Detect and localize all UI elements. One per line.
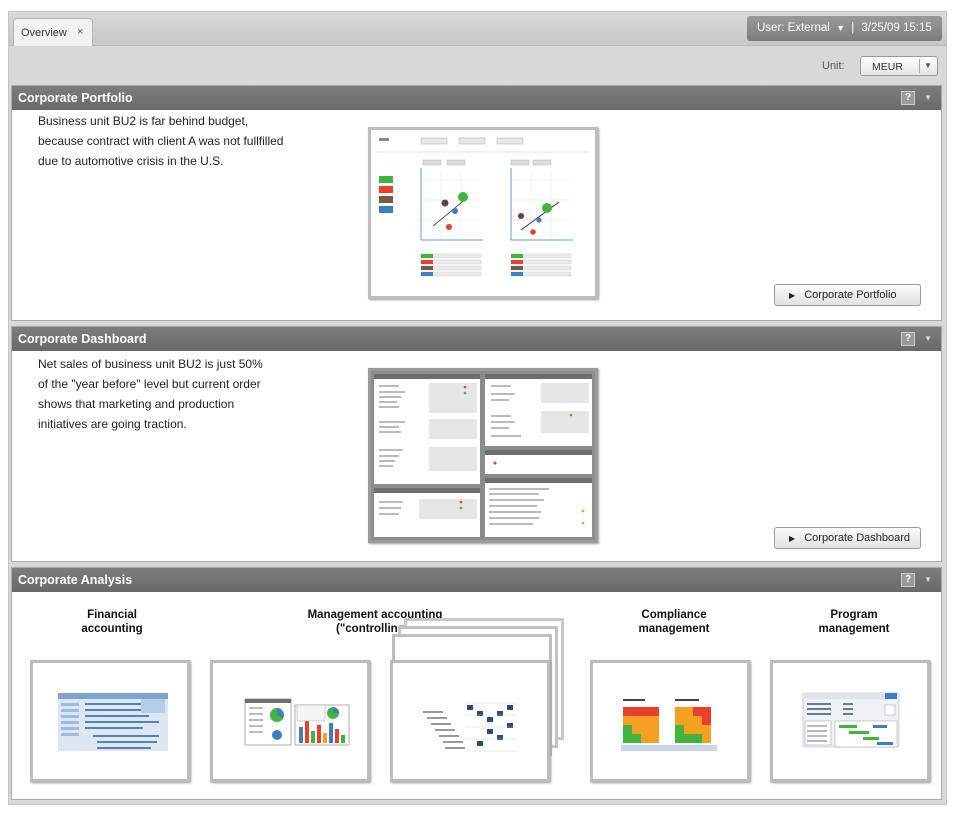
management-accounting-thumbnail — [244, 698, 350, 746]
panel-title: Corporate Analysis — [18, 573, 133, 587]
heading-line: Program — [830, 609, 878, 621]
datetime-label: 3/25/09 15:15 — [861, 22, 932, 34]
panel-corporate-portfolio: Corporate Portfolio ? ▼ Business unit BU… — [11, 85, 942, 321]
user-separator: | — [851, 22, 855, 34]
corporate-portfolio-button[interactable]: ▶ Corporate Portfolio — [774, 284, 921, 306]
corporate-dashboard-button[interactable]: ▶ Corporate Dashboard — [774, 527, 921, 549]
management-accounting-card[interactable] — [210, 660, 370, 782]
collapse-icon[interactable]: ▼ — [924, 93, 932, 102]
compliance-thumbnail — [621, 699, 717, 751]
user-dropdown-icon[interactable]: ▼ — [836, 23, 845, 33]
panel-header: Corporate Dashboard ? ▼ — [12, 327, 941, 351]
collapse-icon[interactable]: ▼ — [924, 575, 932, 584]
commentary-line: initiatives are going traction. — [38, 417, 187, 431]
compliance-management-card[interactable] — [590, 660, 750, 782]
panel-corporate-analysis: Corporate Analysis ? ▼ Financial account… — [11, 567, 942, 800]
tab-overview-label: Overview — [21, 27, 67, 39]
help-icon[interactable]: ? — [901, 91, 915, 105]
panel-header: Corporate Portfolio ? ▼ — [12, 86, 941, 110]
collapse-icon[interactable]: ▼ — [924, 334, 932, 343]
heading-line: management — [818, 623, 890, 635]
user-status-box: User: External ▼ | 3/25/09 15:15 — [747, 16, 942, 41]
dashboard-commentary: Net sales of business unit BU2 is just 5… — [38, 354, 263, 434]
commentary-line: due to automotive crisis in the U.S. — [38, 154, 224, 168]
portfolio-thumbnail-graphic — [371, 130, 595, 296]
controlling-matrix-thumbnail — [423, 702, 517, 752]
commentary-line: Business unit BU2 is far behind budget, — [38, 114, 249, 128]
corporate-dashboard-button-label: Corporate Dashboard — [804, 532, 911, 544]
panel-header: Corporate Analysis ? ▼ — [12, 568, 941, 592]
commentary-line: Net sales of business unit BU2 is just 5… — [38, 357, 263, 371]
commentary-line: because contract with client A was not f… — [38, 134, 284, 148]
user-label[interactable]: User: External — [757, 22, 830, 34]
chevron-down-icon[interactable]: ▼ — [924, 61, 932, 70]
commentary-line: shows that marketing and production — [38, 397, 235, 411]
unit-row: Unit: MEUR ▼ — [9, 52, 946, 78]
heading-line: management — [638, 623, 710, 635]
program-management-card[interactable] — [770, 660, 930, 782]
unit-value: MEUR — [872, 61, 903, 73]
play-icon: ▶ — [789, 291, 796, 300]
panel-corporate-dashboard: Corporate Dashboard ? ▼ Net sales of bus… — [11, 326, 942, 562]
program-management-heading: Program management — [794, 608, 914, 636]
controlling-matrix-card[interactable] — [390, 660, 550, 782]
play-icon: ▶ — [789, 534, 796, 543]
program-management-thumbnail — [802, 692, 900, 748]
unit-divider — [919, 59, 920, 73]
financial-accounting-card[interactable] — [30, 660, 190, 782]
help-icon[interactable]: ? — [901, 332, 915, 346]
unit-label: Unit: — [822, 60, 845, 72]
corporate-portfolio-button-label: Corporate Portfolio — [804, 289, 897, 301]
heading-line: Financial — [87, 609, 137, 621]
financial-accounting-heading: Financial accounting — [52, 608, 172, 636]
help-icon[interactable]: ? — [901, 573, 915, 587]
panel-title: Corporate Portfolio — [18, 91, 133, 105]
heading-line: accounting — [81, 623, 143, 635]
tab-bar: Overview × User: External ▼ | 3/25/09 15… — [9, 12, 946, 46]
financial-accounting-thumbnail — [58, 693, 168, 751]
tab-overview[interactable]: Overview × — [13, 18, 93, 46]
panel-title: Corporate Dashboard — [18, 332, 147, 346]
portfolio-commentary: Business unit BU2 is far behind budget, … — [38, 111, 283, 171]
heading-line: Compliance — [641, 609, 707, 621]
dashboard-preview-thumbnail[interactable] — [368, 368, 598, 543]
dashboard-thumbnail-graphic — [371, 371, 595, 540]
commentary-line: of the "year before" level but current o… — [38, 377, 261, 391]
tab-close-icon[interactable]: × — [77, 26, 83, 38]
app-window: Overview × User: External ▼ | 3/25/09 15… — [8, 11, 947, 805]
compliance-management-heading: Compliance management — [614, 608, 734, 636]
portfolio-preview-thumbnail[interactable] — [368, 127, 598, 299]
unit-select[interactable]: MEUR ▼ — [860, 56, 938, 76]
